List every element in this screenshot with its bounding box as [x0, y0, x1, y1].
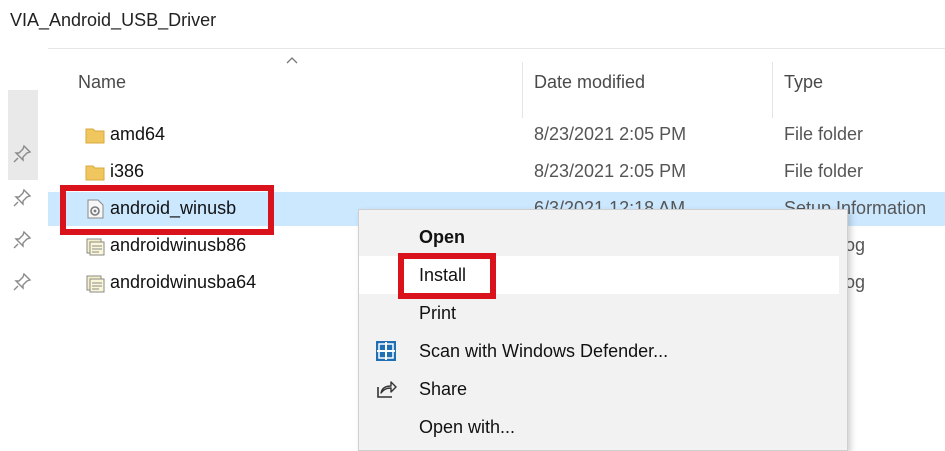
column-header-name[interactable]: Name [78, 72, 126, 93]
context-menu: Open Install Print Scan with Windows Def… [358, 209, 848, 451]
menu-item-label: Open [419, 227, 466, 247]
menu-item-install[interactable]: Install [359, 256, 839, 294]
menu-item-share[interactable]: Share [359, 370, 839, 408]
pin-icon[interactable] [12, 230, 32, 250]
column-header-type[interactable]: Type [784, 72, 823, 93]
file-name: amd64 [110, 124, 166, 144]
windows-defender-icon [376, 341, 396, 361]
window-titlebar: VIA_Android_USB_Driver [0, 0, 945, 49]
menu-item-label: Open with... [419, 417, 516, 437]
quick-access-scroll-block[interactable] [8, 90, 38, 180]
setup-file-icon [87, 199, 104, 219]
file-name: i386 [110, 161, 145, 181]
column-divider[interactable] [522, 62, 523, 118]
folder-icon [85, 128, 105, 144]
sort-ascending-icon [286, 57, 298, 64]
window-title: VIA_Android_USB_Driver [10, 10, 217, 30]
share-icon [377, 381, 397, 398]
menu-item-print[interactable]: Print [359, 294, 839, 332]
menu-item-open[interactable]: Open [359, 218, 839, 256]
file-date: 8/23/2021 2:05 PM [534, 161, 687, 181]
pin-icon[interactable] [12, 188, 32, 208]
folder-icon [85, 165, 105, 181]
file-row-amd64[interactable]: amd64 8/23/2021 2:05 PM File folder [48, 118, 945, 152]
quick-access-strip [0, 48, 48, 441]
catalog-file-icon [86, 275, 105, 293]
menu-item-label: Install [419, 265, 467, 285]
file-type: File folder [784, 161, 864, 181]
menu-item-scan-with-windows-defender[interactable]: Scan with Windows Defender... [359, 332, 839, 370]
menu-item-label: Share [419, 379, 468, 399]
pin-icon[interactable] [12, 272, 32, 292]
menu-item-label: Scan with Windows Defender... [419, 341, 669, 361]
menu-item-label: Print [419, 303, 457, 323]
file-row-i386[interactable]: i386 8/23/2021 2:05 PM File folder [48, 155, 945, 189]
catalog-file-icon [86, 238, 105, 256]
column-header: Name Date modified Type [48, 48, 945, 118]
file-name: androidwinusba64 [110, 272, 257, 292]
pin-icon[interactable] [12, 144, 32, 164]
file-name: androidwinusb86 [110, 235, 247, 255]
file-type: File folder [784, 124, 864, 144]
file-name: android_winusb [110, 198, 237, 218]
menu-item-open-with[interactable]: Open with... [359, 408, 839, 446]
column-divider[interactable] [772, 62, 773, 118]
file-date: 8/23/2021 2:05 PM [534, 124, 687, 144]
column-header-date-modified[interactable]: Date modified [534, 72, 645, 93]
